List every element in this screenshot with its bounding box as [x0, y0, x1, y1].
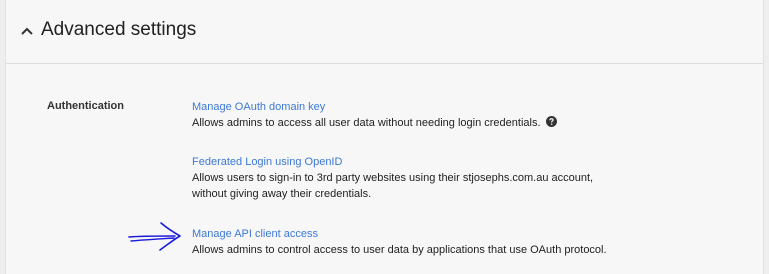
manage-api-client-access-link[interactable]: Manage API client access [192, 226, 672, 242]
setting-api-client-access: Manage API client access Allows admins t… [192, 226, 672, 258]
hand-drawn-arrow-icon [128, 222, 181, 251]
oauth-description-text: Allows admins to access all user data wi… [192, 117, 541, 129]
question-circle-icon[interactable] [545, 116, 557, 127]
federated-description-line-1: Allows users to sign-in to 3rd party web… [192, 172, 594, 184]
chevron-up-icon[interactable] [20, 25, 34, 37]
setting-federated-login: Federated Login using OpenID Allows user… [192, 154, 672, 202]
setting-description: Allows users to sign-in to 3rd party web… [192, 170, 672, 202]
authentication-label: Authentication [47, 100, 124, 112]
federated-login-openid-link[interactable]: Federated Login using OpenID [192, 154, 672, 170]
advanced-settings-header[interactable]: Advanced settings [6, 0, 763, 64]
setting-oauth-domain-key: Manage OAuth domain key Allows admins to… [192, 99, 672, 131]
setting-description: Allows admins to access all user data wi… [192, 115, 672, 131]
api-client-description: Allows admins to control access to user … [192, 244, 607, 256]
section-title: Advanced settings [41, 19, 197, 40]
advanced-settings-panel: Advanced settings Authentication Manage … [5, 0, 764, 274]
federated-description-line-2: without giving away their credentials. [192, 188, 372, 200]
manage-oauth-domain-key-link[interactable]: Manage OAuth domain key [192, 99, 672, 115]
